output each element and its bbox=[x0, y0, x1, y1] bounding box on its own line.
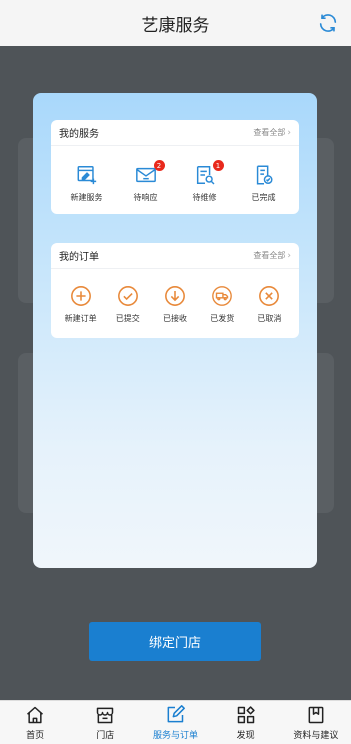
item-label: 新建订单 bbox=[64, 314, 97, 323]
count-badge: 2 bbox=[153, 160, 165, 171]
new-order-button[interactable]: 新建订单 bbox=[57, 285, 104, 324]
service-order-popup: 我的服务 查看全部 › 新建服务 2 待响应 1 待维修 已完成 我的订单 查看… bbox=[33, 93, 317, 568]
view-all-services-link[interactable]: 查看全部 › bbox=[253, 127, 291, 138]
count-badge: 1 bbox=[212, 160, 224, 171]
mail-icon bbox=[135, 167, 156, 183]
truck-circle-icon bbox=[212, 286, 233, 306]
item-label: 已发货 bbox=[210, 314, 235, 323]
view-all-label: 查看全部 bbox=[253, 128, 286, 137]
tab-service-order[interactable]: 服务与订单 bbox=[140, 704, 210, 741]
repair-icon bbox=[196, 166, 215, 185]
tab-label: 发现 bbox=[236, 730, 255, 741]
item-label: 待维修 bbox=[192, 193, 217, 202]
pending-repair-button[interactable]: 1 待维修 bbox=[180, 160, 230, 203]
shipped-button[interactable]: 已发货 bbox=[199, 285, 246, 324]
chevron-right-icon: › bbox=[287, 127, 291, 138]
item-label: 已提交 bbox=[115, 314, 140, 323]
x-circle-icon bbox=[259, 286, 280, 306]
item-label: 已接收 bbox=[163, 314, 187, 323]
card-header: 我的服务 查看全部 › bbox=[51, 120, 299, 146]
completed-button[interactable]: 已完成 bbox=[239, 164, 289, 203]
card-title: 我的订单 bbox=[59, 252, 99, 263]
store-icon bbox=[97, 707, 114, 723]
bookmark-icon bbox=[308, 706, 324, 723]
bind-store-button[interactable]: 绑定门店 bbox=[89, 622, 261, 661]
new-service-icon bbox=[77, 166, 96, 185]
card-header: 我的订单 查看全部 › bbox=[51, 243, 299, 269]
discover-icon bbox=[237, 705, 255, 723]
view-all-orders-link[interactable]: 查看全部 › bbox=[253, 250, 291, 261]
tab-label: 门店 bbox=[96, 730, 115, 741]
tab-label: 服务与订单 bbox=[152, 730, 198, 741]
chevron-right-icon: › bbox=[287, 250, 291, 261]
app-header: 艺康服务 bbox=[0, 0, 351, 46]
my-orders-card: 我的订单 查看全部 › 新建订单 已提交 已接收 已发货 已取消 bbox=[51, 243, 299, 338]
item-label: 新建服务 bbox=[70, 193, 103, 202]
submitted-button[interactable]: 已提交 bbox=[104, 285, 151, 324]
new-service-button[interactable]: 新建服务 bbox=[62, 164, 112, 203]
tab-label: 首页 bbox=[26, 730, 45, 741]
received-button[interactable]: 已接收 bbox=[151, 285, 198, 324]
my-services-card: 我的服务 查看全部 › 新建服务 2 待响应 1 待维修 已完成 bbox=[51, 120, 299, 214]
view-all-label: 查看全部 bbox=[253, 251, 286, 260]
card-title: 我的服务 bbox=[59, 129, 99, 140]
download-circle-icon bbox=[165, 286, 185, 306]
home-icon bbox=[27, 706, 44, 723]
bottom-tab-bar: 首页 门店 服务与订单 发现 资料与建议 bbox=[0, 700, 351, 744]
item-label: 待响应 bbox=[133, 193, 158, 202]
refresh-icon[interactable] bbox=[317, 12, 339, 34]
tab-discover[interactable]: 发现 bbox=[211, 705, 281, 741]
edit-icon bbox=[168, 704, 186, 722]
completed-icon bbox=[256, 165, 273, 185]
tab-feedback[interactable]: 资料与建议 bbox=[281, 705, 351, 741]
item-label: 已完成 bbox=[251, 193, 276, 202]
tab-label: 资料与建议 bbox=[293, 730, 339, 741]
check-circle-icon bbox=[117, 286, 138, 306]
page-title: 艺康服务 bbox=[141, 15, 210, 36]
plus-circle-icon bbox=[70, 286, 91, 306]
tab-store[interactable]: 门店 bbox=[70, 705, 140, 741]
cancelled-button[interactable]: 已取消 bbox=[246, 285, 293, 324]
pending-response-button[interactable]: 2 待响应 bbox=[121, 160, 171, 203]
tab-home[interactable]: 首页 bbox=[0, 705, 70, 741]
item-label: 已取消 bbox=[257, 314, 282, 323]
